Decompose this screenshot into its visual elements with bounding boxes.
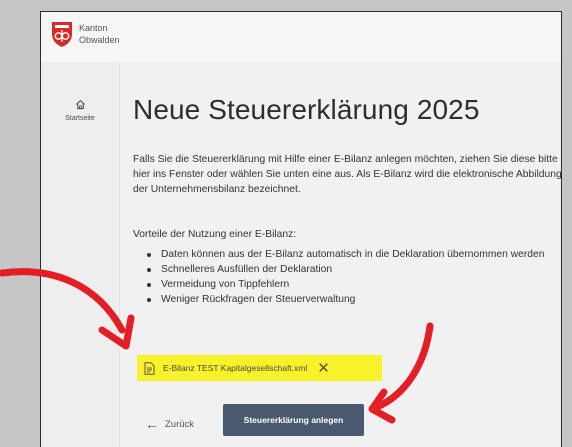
list-item: Daten können aus der E-Bilanz automatisc… [133,247,561,262]
brand-line-1: Kanton [79,23,108,33]
list-item: Weniger Rückfragen der Steuerverwaltung [133,292,561,307]
brand-line-2: Obwalden [79,35,120,45]
arrow-left-icon: ← [145,416,159,432]
advantages-list: Daten können aus der E-Bilanz automatisc… [133,247,561,307]
main-content: Neue Steuererklärung 2025 Falls Sie die … [133,62,561,447]
app-window: Kanton Obwalden Startseite Neue Steuerer… [40,11,562,447]
home-icon [75,100,85,110]
back-label: Zurück [165,418,195,430]
selected-file-chip: E-Bilanz TEST Kapitalgesellschaft.xml ✕ [137,355,382,381]
intro-text: Falls Sie die Steuererklärung mit Hilfe … [133,154,562,195]
list-item: Schnelleres Ausfüllen der Deklaration [133,262,561,277]
sidebar-item-label: Startseite [65,115,95,122]
file-name: E-Bilanz TEST Kapitalgesellschaft.xml [163,363,308,373]
list-item: Vermeidung von Tippfehlern [133,277,561,292]
canton-name: Kanton Obwalden [79,22,120,46]
back-button[interactable]: ← Zurück [145,414,194,434]
top-bar: Kanton Obwalden [41,12,561,62]
file-icon [144,361,155,375]
page-title: Neue Steuererklärung 2025 [133,94,480,125]
advantages-heading: Vorteile der Nutzung einer E-Bilanz: [133,229,297,240]
sidebar-item-startseite[interactable]: Startseite [41,99,119,139]
canton-logo [52,22,72,47]
create-tax-return-button[interactable]: Steuererklärung anlegen [223,404,364,436]
close-icon[interactable]: ✕ [317,361,330,376]
sidebar: Startseite [41,62,120,447]
